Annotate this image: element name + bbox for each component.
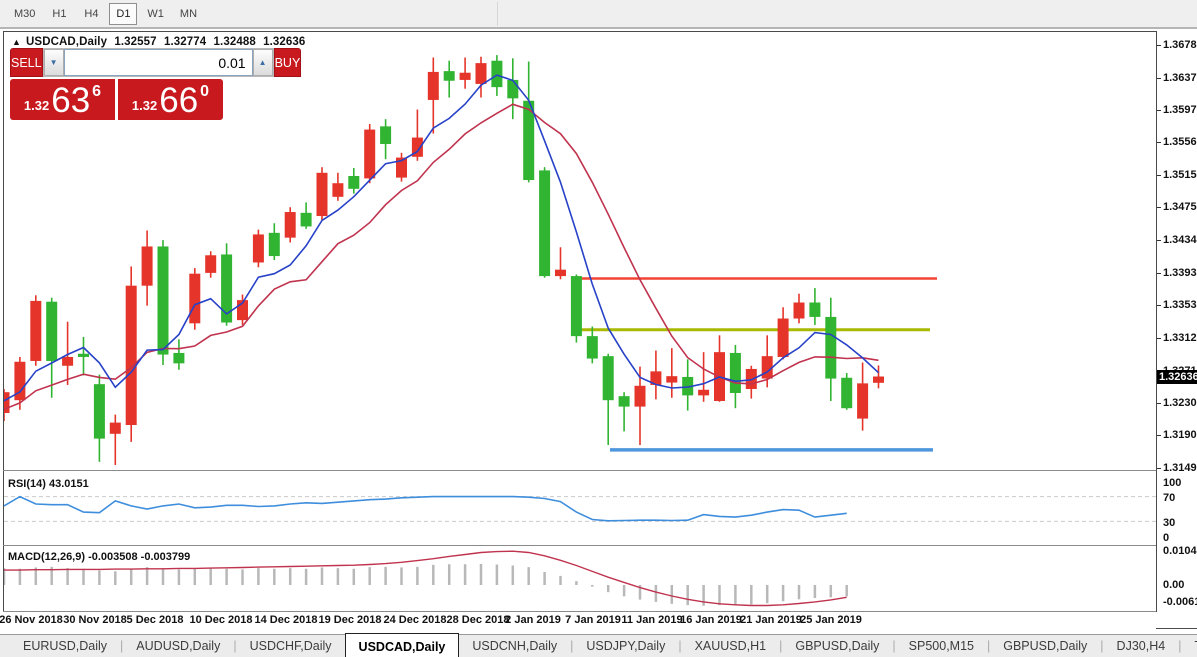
date-axis-label: 30 Nov 2018: [63, 614, 127, 626]
date-axis[interactable]: 26 Nov 2018 30 Nov 2018 5 Dec 2018 10 Dec 2…: [0, 612, 1156, 629]
date-axis-label: 11 Jan 2019: [621, 614, 683, 626]
date-axis-label: 26 Nov 2018: [0, 614, 63, 626]
pane-separator[interactable]: [3, 545, 1197, 546]
volume-up-icon[interactable]: ▲: [252, 49, 273, 76]
price-axis-label: 1.35150: [1163, 169, 1197, 182]
date-axis-label: 10 Dec 2018: [189, 614, 253, 626]
rsi-axis-label: 100: [1163, 477, 1182, 489]
chart-tab-dj30-h4[interactable]: DJ30,H4: [1104, 635, 1179, 657]
price-axis-label: 1.31490: [1163, 462, 1197, 475]
price-axis-label: 1.31900: [1163, 429, 1197, 442]
price-axis-label: 1.34750: [1163, 201, 1197, 214]
sell-price-pip: 6: [92, 83, 102, 100]
rsi-axis-label: 0: [1163, 532, 1170, 544]
current-price-tag: 1.32636: [1157, 369, 1197, 384]
rsi-axis-label: 30: [1163, 517, 1176, 529]
rsi-axis-label: 70: [1163, 492, 1176, 504]
buy-price-prefix: 1.32: [131, 98, 158, 113]
macd-label: MACD(12,26,9) -0.003508 -0.003799: [8, 551, 191, 563]
date-axis-label: 14 Dec 2018: [254, 614, 318, 626]
price-axis-tick: [1157, 142, 1161, 144]
price-axis-tick: [1157, 304, 1161, 306]
timeframe-button-h1[interactable]: H1: [45, 3, 73, 25]
buy-price-display[interactable]: 1.32 66 0: [118, 79, 223, 120]
timeframe-button-m30[interactable]: M30: [8, 3, 41, 25]
price-axis-label: 1.33530: [1163, 298, 1197, 311]
rsi-label: RSI(14) 43.0151: [8, 478, 89, 490]
price-axis-label: 1.34340: [1163, 234, 1197, 247]
sell-price-prefix: 1.32: [23, 98, 50, 113]
price-axis-tick: [1157, 109, 1161, 111]
chart-tab-bar: EURUSD,Daily | AUDUSD,Daily | USDCHF,Daily US…: [0, 633, 1197, 657]
date-axis-label: 7 Jan 2019: [565, 614, 621, 626]
date-axis-label: 24 Dec 2018: [383, 614, 447, 626]
ohlc-low: 1.32488: [213, 36, 256, 48]
chart-tab-gbpusd-daily[interactable]: GBPUSD,Daily: [782, 635, 892, 657]
chart-tab-usdcad-daily[interactable]: USDCAD,Daily: [344, 633, 460, 657]
sell-button[interactable]: SELL: [10, 48, 43, 77]
chart-tab-tech100-h1[interactable]: TECH100,H1: [1181, 635, 1197, 657]
one-click-trade-widget: SELL ▼ ▲ BUY 1.32 63 6 1.32 66 0: [10, 48, 302, 120]
chart-tab-sp500-m15[interactable]: SP500,M15: [896, 635, 987, 657]
timeframe-button-mn[interactable]: MN: [174, 3, 203, 25]
price-axis-tick: [1157, 77, 1161, 79]
price-axis-label: 1.35970: [1163, 103, 1197, 116]
timeframe-button-w1[interactable]: W1: [141, 3, 170, 25]
price-axis-label: 1.33930: [1163, 266, 1197, 279]
price-axis-tick: [1157, 272, 1161, 274]
ohlc-high: 1.32774: [163, 36, 207, 48]
volume-stepper: ▼ ▲: [42, 48, 274, 77]
volume-down-icon[interactable]: ▼: [43, 49, 64, 76]
macd-axis-label: -0.006164: [1163, 596, 1197, 608]
price-axis-tick: [1157, 403, 1161, 405]
buy-price-pip: 0: [200, 83, 210, 100]
collapse-quote-icon[interactable]: ▲: [12, 37, 21, 47]
ohlc-close: 1.32636: [263, 36, 306, 48]
date-axis-label: 16 Jan 2019: [680, 614, 742, 626]
timeframe-toolbar: M30 H1 H4 D1 W1 MN: [0, 0, 1197, 29]
price-axis-tick: [1157, 240, 1161, 242]
symbol-title: USDCAD,Daily: [26, 36, 108, 48]
buy-price-big: 66: [159, 81, 199, 121]
chart-tab-gbpusd-daily[interactable]: GBPUSD,Daily: [990, 635, 1100, 657]
sell-price-display[interactable]: 1.32 63 6: [10, 79, 115, 120]
price-axis-label: 1.36370: [1163, 71, 1197, 84]
price-axis-tick: [1157, 44, 1161, 46]
timeframe-button-h4[interactable]: H4: [77, 3, 105, 25]
macd-axis-label: 0.00: [1163, 579, 1185, 591]
macd-axis-label: 0.010471: [1163, 545, 1197, 557]
rsi-chart-canvas[interactable]: [4, 473, 1156, 544]
volume-input[interactable]: [63, 49, 253, 76]
date-axis-label: 21 Jan 2019: [740, 614, 802, 626]
pane-separator[interactable]: [3, 470, 1197, 471]
chart-tab-usdjpy-daily[interactable]: USDJPY,Daily: [573, 635, 678, 657]
sell-price-big: 63: [51, 81, 91, 121]
toolbar-separator: [497, 2, 498, 26]
price-axis-label: 1.32300: [1163, 397, 1197, 410]
timeframe-button-d1[interactable]: D1: [109, 2, 138, 25]
trading-platform: M30 H1 H4 D1 W1 MN ▲ USDCAD,Daily 1.32557 1.32…: [0, 0, 1197, 657]
price-axis-label: 1.35560: [1163, 136, 1197, 149]
chart-tab-audusd-daily[interactable]: AUDUSD,Daily: [123, 635, 233, 657]
ohlc-open: 1.32557: [114, 36, 157, 48]
price-axis-tick: [1157, 337, 1161, 339]
buy-button[interactable]: BUY: [273, 48, 302, 77]
date-axis-label: 28 Dec 2018: [446, 614, 510, 626]
price-axis-label: 1.33120: [1163, 331, 1197, 344]
chart-header: ▲ USDCAD,Daily 1.32557 1.32774 1.32488 1.…: [12, 36, 309, 48]
date-axis-label: 19 Dec 2018: [318, 614, 382, 626]
chart-tab-usdchf-daily[interactable]: USDCHF,Daily: [237, 635, 345, 657]
date-axis-label: 25 Jan 2019: [800, 614, 862, 626]
price-axis-label: 1.36780: [1163, 38, 1197, 51]
date-axis-label: 5 Dec 2018: [126, 614, 184, 626]
price-axis-tick: [1157, 435, 1161, 437]
chart-tab-eurusd-daily[interactable]: EURUSD,Daily: [10, 635, 120, 657]
price-axis-tick: [1157, 175, 1161, 177]
date-axis-label: 2 Jan 2019: [505, 614, 561, 626]
chart-tab-xauusd-h1[interactable]: XAUUSD,H1: [682, 635, 780, 657]
price-axis[interactable]: 1.32636 1.36780 1.36370 1.35970 1.35560 1.35…: [1156, 31, 1197, 612]
price-axis-tick: [1157, 468, 1161, 470]
price-axis-tick: [1157, 207, 1161, 209]
chart-tab-usdcnh-daily[interactable]: USDCNH,Daily: [459, 635, 570, 657]
